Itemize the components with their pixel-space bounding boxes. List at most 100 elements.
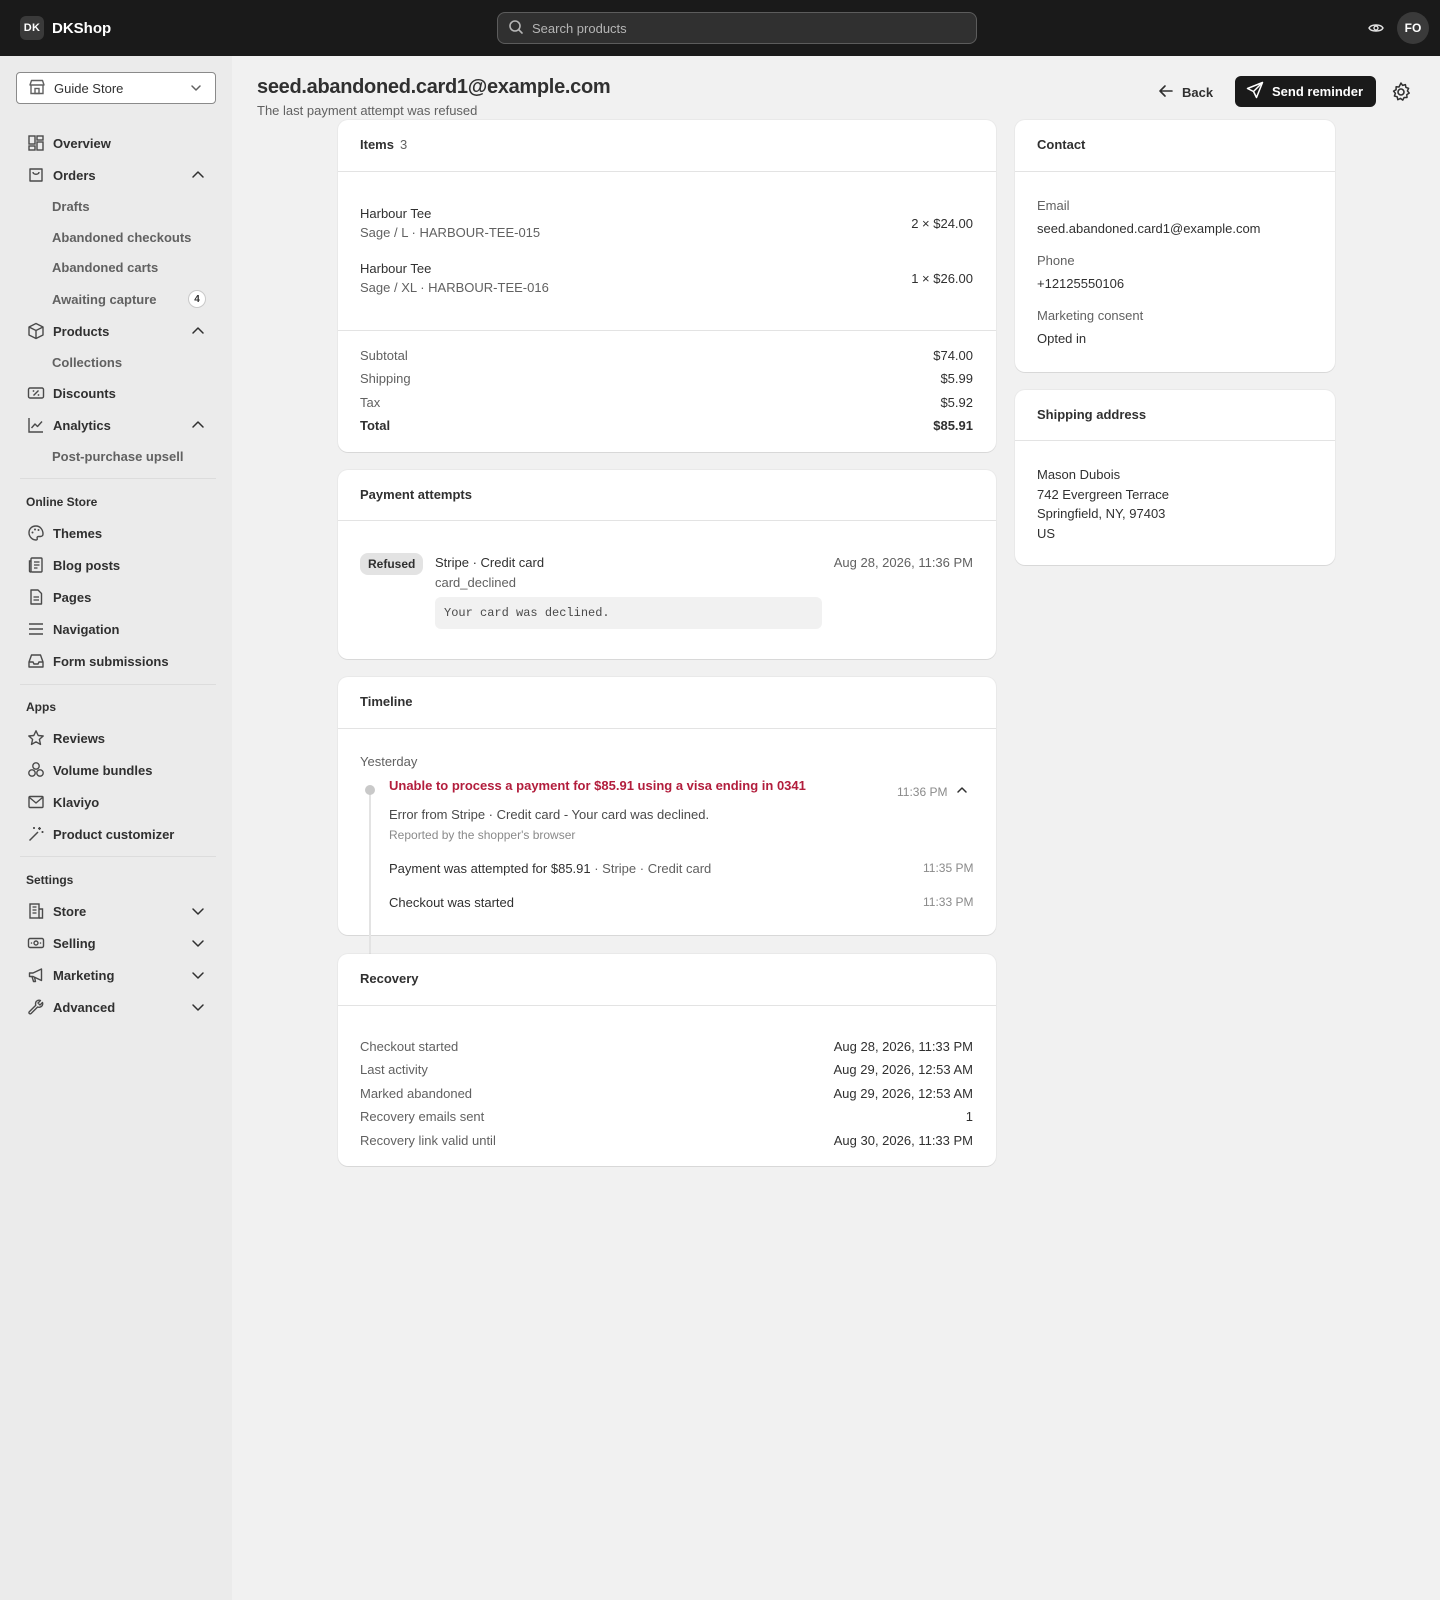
search-icon — [508, 19, 524, 38]
timeline-line — [369, 787, 371, 965]
sidebar-item-form-submissions[interactable]: Form submissions — [26, 648, 206, 674]
sidebar-item-orders[interactable]: Orders — [26, 162, 206, 188]
chevron-down-icon — [189, 81, 203, 98]
items-card: Items 3 Harbour Tee Sage / L · HARBOUR-TE… — [338, 120, 996, 452]
chevron-down-icon[interactable] — [190, 967, 206, 986]
address-line: US — [1037, 526, 1056, 541]
recovery-row-value: Aug 29, 2026, 12:53 AM — [833, 1086, 974, 1101]
recovery-row-label: Checkout started — [360, 1039, 459, 1054]
divider — [20, 684, 216, 685]
chevron-up-icon[interactable] — [190, 323, 206, 342]
contact-card: Contact Email seed.abandoned.card1@examp… — [1015, 120, 1335, 372]
sidebar-item-themes[interactable]: Themes — [26, 520, 206, 546]
store-selector[interactable]: Guide Store — [16, 72, 216, 104]
sidebar-item-klaviyo[interactable]: Klaviyo — [26, 789, 206, 815]
sidebar-item-discounts[interactable]: Discounts — [26, 380, 206, 406]
chevron-up-icon[interactable] — [955, 783, 969, 800]
sidebar-item-label: Advanced — [53, 999, 116, 1015]
search-input[interactable] — [532, 20, 952, 36]
recovery-row-value: 1 — [965, 1109, 973, 1124]
shipping-value: $5.99 — [940, 371, 973, 386]
sidebar-item-store[interactable]: Store — [26, 898, 206, 924]
back-label: Back — [1182, 84, 1214, 100]
line-item-variant: Sage / L · HARBOUR-TEE-015 — [360, 225, 541, 240]
sidebar-item-navigation[interactable]: Navigation — [26, 616, 206, 642]
sidebar-item-abandoned-carts[interactable]: Abandoned carts — [52, 256, 158, 278]
sidebar-item-advanced[interactable]: Advanced — [26, 994, 206, 1020]
page-subtitle: The last payment attempt was refused — [257, 103, 478, 118]
payment-error-code: card_declined — [435, 575, 516, 590]
timeline-event-text: Payment was attempted for $85.91 · Strip… — [389, 861, 711, 876]
timeline-time: 11:33 PM — [923, 895, 974, 909]
send-reminder-button[interactable]: Send reminder — [1235, 76, 1376, 107]
chevron-down-icon[interactable] — [190, 999, 206, 1018]
home-icon — [26, 133, 46, 153]
address-line: 742 Evergreen Terrace — [1037, 487, 1170, 502]
gear-icon[interactable] — [1390, 81, 1412, 103]
card-title: Items — [360, 137, 394, 152]
sidebar-item-label: Overview — [53, 135, 111, 151]
sidebar-item-blog-posts[interactable]: Blog posts — [26, 552, 206, 578]
sidebar-item-reviews[interactable]: Reviews — [26, 725, 206, 751]
avatar[interactable]: FO — [1397, 12, 1429, 44]
inbox-icon — [26, 651, 46, 671]
sidebar-item-label: Post-purchase upsell — [52, 448, 184, 464]
sidebar-item-label: Store — [53, 903, 87, 919]
sidebar-item-product-customizer[interactable]: Product customizer — [26, 821, 206, 847]
sidebar-item-collections[interactable]: Collections — [52, 351, 122, 373]
timeline-error-detail: Error from Stripe · Credit card - Your c… — [389, 807, 710, 822]
sidebar-item-drafts[interactable]: Drafts — [52, 195, 90, 217]
back-button[interactable]: Back — [1158, 80, 1213, 104]
chevron-up-icon[interactable] — [190, 417, 206, 436]
page-icon — [26, 587, 46, 607]
page-title: seed.abandoned.card1@example.com — [257, 76, 611, 98]
sidebar-item-abandoned-checkouts[interactable]: Abandoned checkouts — [52, 226, 191, 248]
sidebar-item-marketing[interactable]: Marketing — [26, 962, 206, 988]
eye-icon[interactable] — [1366, 18, 1386, 38]
sidebar-item-volume-bundles[interactable]: Volume bundles — [26, 757, 206, 783]
top-bar: DK DKShop FO — [0, 0, 1440, 56]
sidebar-item-awaiting-capture[interactable]: Awaiting capture — [52, 288, 157, 310]
sidebar-item-post-purchase-upsell[interactable]: Post-purchase upsell — [52, 445, 183, 467]
payment-error-message: Your card was declined. — [435, 597, 822, 629]
divider — [338, 1005, 996, 1006]
building-icon — [26, 901, 46, 921]
brand[interactable]: DK DKShop — [20, 16, 111, 40]
sidebar-item-selling[interactable]: Selling — [26, 930, 206, 956]
sidebar-item-label: Abandoned checkouts — [52, 229, 192, 245]
search-bar[interactable] — [497, 12, 977, 44]
phone-label: Phone — [1037, 253, 1075, 268]
palette-icon — [26, 523, 46, 543]
divider — [338, 171, 996, 172]
sidebar-item-label: Form submissions — [53, 653, 169, 669]
recovery-card: Recovery Checkout started Aug 28, 2026, … — [338, 954, 996, 1166]
recovery-row-label: Last activity — [360, 1062, 428, 1077]
line-item-variant: Sage / XL · HARBOUR-TEE-016 — [360, 280, 549, 295]
address-line: Springfield, NY, 97403 — [1037, 506, 1166, 521]
items-card-title: Items 3 — [360, 137, 407, 152]
sidebar-item-analytics[interactable]: Analytics — [26, 412, 206, 438]
section-heading-settings: Settings — [26, 873, 74, 887]
chevron-up-icon[interactable] — [190, 167, 206, 186]
contact-email[interactable]: seed.abandoned.card1@example.com — [1037, 221, 1261, 236]
recovery-row-label: Recovery link valid until — [360, 1133, 496, 1148]
timeline-card: Timeline Yesterday Unable to process a p… — [338, 677, 996, 965]
shipping-address-card: Shipping address Mason Dubois 742 Evergr… — [1015, 390, 1335, 565]
chevron-down-icon[interactable] — [190, 935, 206, 954]
chevron-down-icon[interactable] — [190, 903, 206, 922]
sidebar-item-pages[interactable]: Pages — [26, 584, 206, 610]
recovery-row-label: Marked abandoned — [360, 1086, 473, 1101]
store-icon — [28, 78, 46, 99]
sidebar-item-label: Navigation — [53, 621, 120, 637]
sidebar-item-products[interactable]: Products — [26, 318, 206, 344]
sidebar-item-label: Drafts — [52, 198, 90, 214]
email-label: Email — [1037, 198, 1070, 213]
tax-label: Tax — [360, 395, 381, 410]
line-item-qty-price: 2 × $24.00 — [911, 216, 973, 231]
card-title: Timeline — [360, 694, 413, 709]
sidebar-item-overview[interactable]: Overview — [26, 130, 206, 156]
store-name: Guide Store — [54, 80, 124, 96]
status-badge: Refused — [360, 553, 424, 575]
divider — [338, 728, 996, 729]
line-item-qty-price: 1 × $26.00 — [911, 271, 973, 286]
